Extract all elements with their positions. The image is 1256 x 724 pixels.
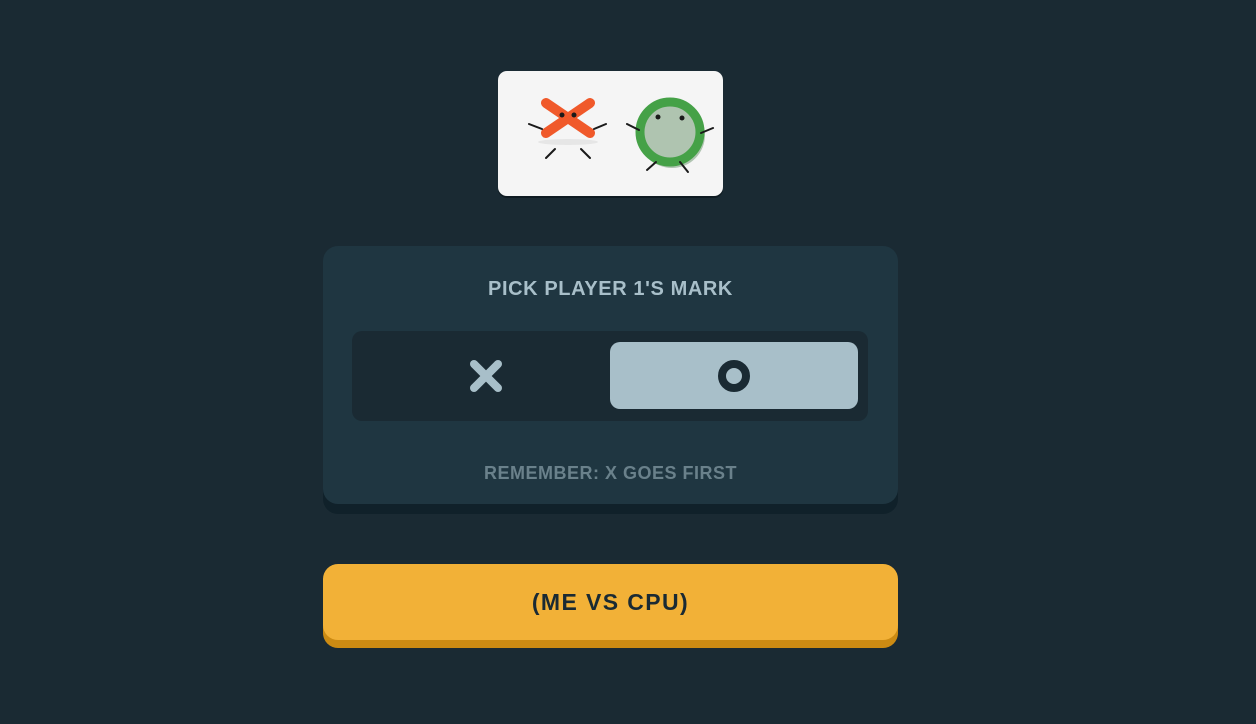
mark-toggle xyxy=(352,331,868,421)
select-x-button[interactable] xyxy=(362,342,610,409)
mark-picker-panel: PICK PLAYER 1'S MARK REMEMBER: X GOES FI… xyxy=(323,246,898,504)
new-game-vs-cpu-button[interactable]: (ME VS CPU) xyxy=(323,564,898,640)
o-character-icon xyxy=(626,97,714,173)
panel-title: PICK PLAYER 1'S MARK xyxy=(488,278,733,300)
first-move-note: REMEMBER: X GOES FIRST xyxy=(483,463,737,483)
x-mark-icon xyxy=(470,359,502,392)
logo xyxy=(498,71,723,196)
x-and-o-logo-icon xyxy=(528,97,714,173)
select-o-button[interactable] xyxy=(610,342,858,409)
o-mark-icon xyxy=(718,359,750,392)
x-character-icon xyxy=(528,98,607,159)
new-game-screen: PICK PLAYER 1'S MARK REMEMBER: X GOES FI… xyxy=(0,0,1256,724)
